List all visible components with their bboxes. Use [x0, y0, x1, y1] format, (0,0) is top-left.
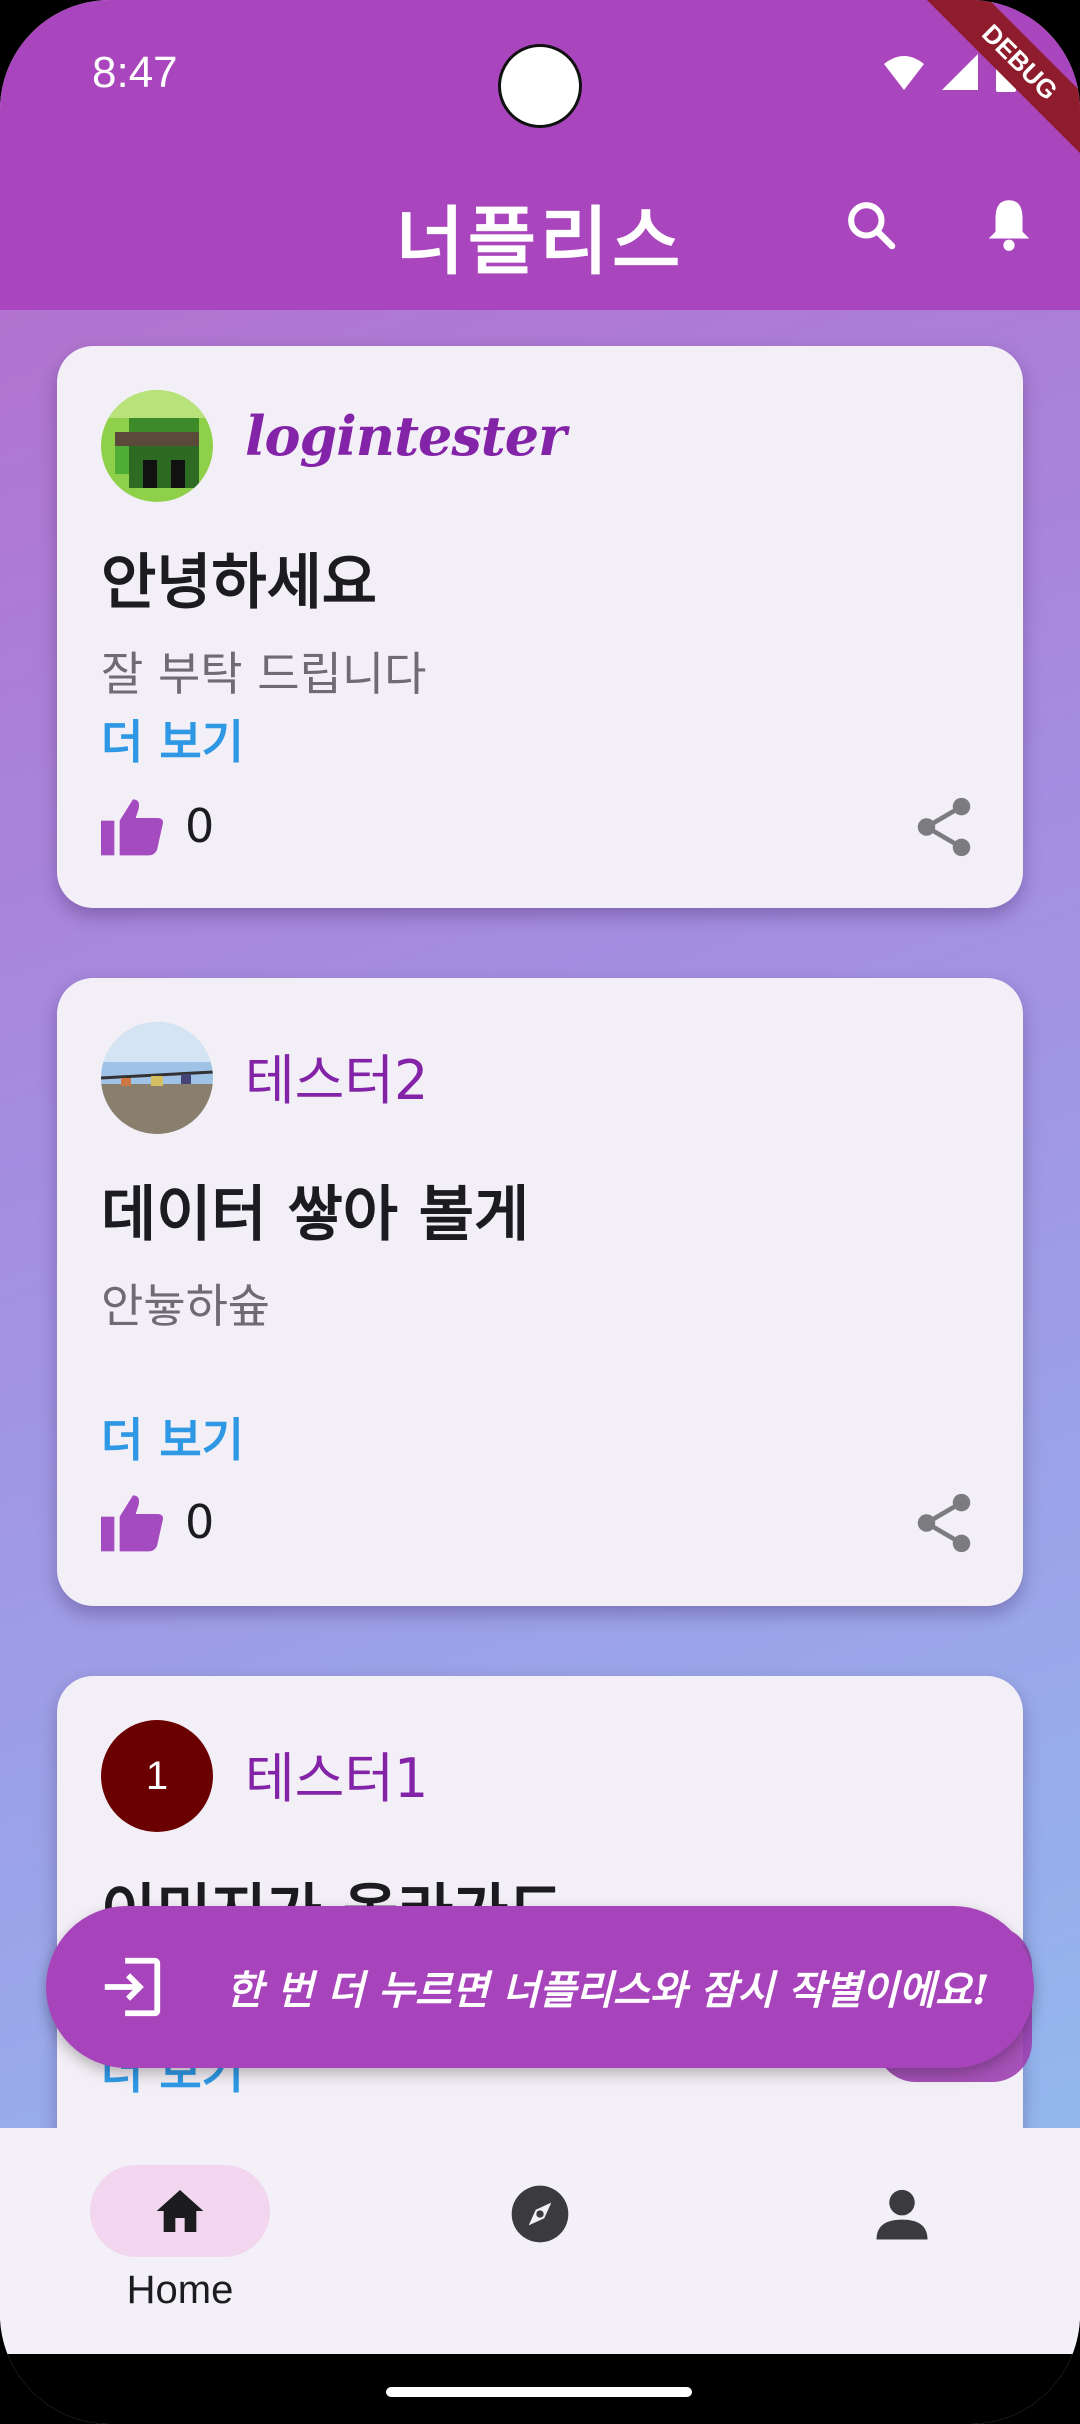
- share-button[interactable]: [909, 792, 979, 862]
- search-button[interactable]: [836, 190, 906, 260]
- notifications-button[interactable]: [974, 190, 1044, 260]
- status-time: 8:47: [92, 48, 178, 97]
- bell-icon: [988, 200, 1030, 251]
- compass-icon: [511, 2185, 569, 2243]
- exit-snackbar: 한 번 더 누르면 너플리스와 잠시 작별이에요!: [46, 1906, 1034, 2068]
- gesture-handle[interactable]: [386, 2387, 692, 2397]
- like-button[interactable]: 0: [101, 796, 214, 856]
- read-more-link[interactable]: 더 보기: [101, 1404, 244, 1470]
- like-count: 0: [185, 1495, 215, 1549]
- person-icon: [876, 2189, 928, 2240]
- signal-icon: [942, 54, 978, 90]
- avatar[interactable]: [101, 390, 213, 502]
- post-feed[interactable]: logintester 안녕하세요 잘 부탁 드립니다 더 보기 0 테스터2 …: [0, 310, 1080, 2128]
- app-bar: 8:47 DEBUG 너플리스: [0, 0, 1080, 310]
- phone-screen: 8:47 DEBUG 너플리스 logintester 안녕하세요 잘 부탁 드…: [0, 0, 1080, 2424]
- share-icon: [917, 797, 971, 857]
- avatar-initial: 1: [145, 1753, 169, 1798]
- camera-cutout: [498, 44, 582, 128]
- post-body: 안늏하슢: [101, 1279, 271, 1333]
- search-icon: [848, 202, 896, 250]
- post-card[interactable]: 테스터2 데이터 쌓아 볼게 안늏하슢 더 보기 0: [57, 978, 1023, 1606]
- snackbar-message: 한 번 더 누르면 너플리스와 잠시 작별이에요!: [226, 1967, 990, 2014]
- like-button[interactable]: 0: [101, 1492, 214, 1552]
- author-name[interactable]: 테스터1: [245, 1734, 428, 1813]
- like-count: 0: [185, 799, 215, 853]
- nav-item-explore[interactable]: [506, 2180, 574, 2248]
- app-title: 너플리스: [395, 199, 685, 285]
- wifi-icon: [884, 56, 924, 90]
- nav-item-profile[interactable]: [868, 2180, 936, 2248]
- thumb-up-icon: [101, 799, 163, 856]
- share-icon: [917, 1493, 971, 1553]
- bottom-navigation: Home: [0, 2128, 1080, 2354]
- post-title: 데이터 쌓아 볼게: [101, 1180, 530, 1250]
- nav-item-home[interactable]: [90, 2165, 270, 2257]
- nav-label-home[interactable]: Home: [90, 2268, 270, 2313]
- home-icon: [156, 2190, 204, 2232]
- gesture-bar: [0, 2354, 1080, 2424]
- author-name[interactable]: 테스터2: [245, 1036, 428, 1115]
- avatar[interactable]: 1: [101, 1720, 213, 1832]
- post-card[interactable]: logintester 안녕하세요 잘 부탁 드립니다 더 보기 0: [57, 346, 1023, 908]
- share-button[interactable]: [909, 1488, 979, 1558]
- read-more-link[interactable]: 더 보기: [101, 706, 244, 772]
- avatar[interactable]: [101, 1022, 213, 1134]
- post-title: 안녕하세요: [101, 548, 377, 618]
- post-body: 잘 부탁 드립니다: [101, 647, 427, 701]
- thumb-up-icon: [101, 1495, 163, 1552]
- author-name[interactable]: logintester: [245, 404, 567, 468]
- exit-icon: [104, 1957, 161, 2017]
